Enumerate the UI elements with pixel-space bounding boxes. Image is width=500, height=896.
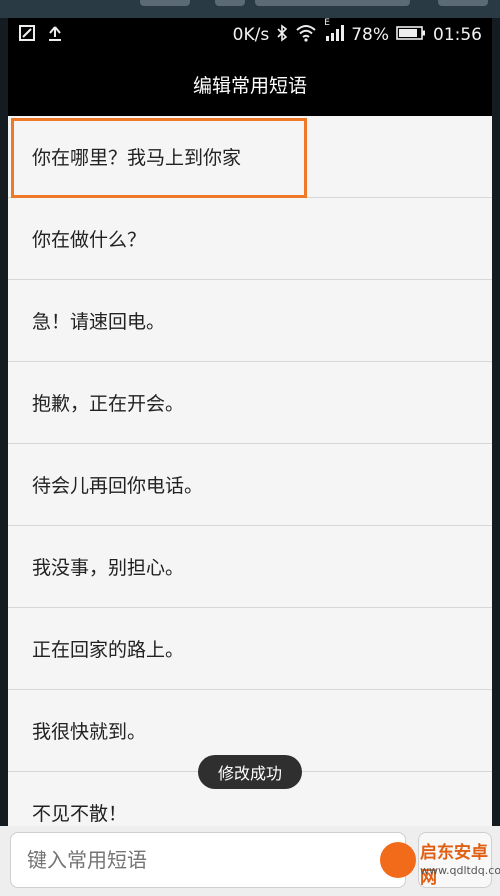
wifi-icon — [295, 24, 317, 47]
browser-top-strip — [0, 0, 500, 18]
phrase-item[interactable]: 正在回家的路上。 — [8, 608, 492, 690]
top-tab — [255, 0, 410, 6]
phrase-text: 我很快就到。 — [32, 721, 147, 743]
phrase-item[interactable]: 我没事，别担心。 — [8, 526, 492, 608]
clock: 01:56 — [433, 25, 482, 45]
phrase-text: 不见不散！ — [32, 803, 128, 825]
phrase-item[interactable]: 抱歉，正在开会。 — [8, 362, 492, 444]
status-bar: 0K/s E 78% 01:56 — [8, 18, 492, 52]
phrase-input[interactable] — [10, 832, 406, 888]
top-tab — [140, 0, 190, 6]
upload-icon — [46, 24, 64, 47]
phrase-text: 抱歉，正在开会。 — [32, 393, 185, 415]
top-tab — [215, 0, 245, 6]
phrase-text: 正在回家的路上。 — [32, 639, 185, 661]
watermark-logo-icon — [380, 842, 416, 878]
watermark-url: www.qdltdq.com — [420, 864, 500, 877]
phrase-text: 你在做什么？ — [32, 229, 147, 251]
network-speed: 0K/s — [232, 25, 270, 45]
bluetooth-icon — [276, 23, 288, 47]
phrase-item[interactable]: 急！请速回电。 — [8, 280, 492, 362]
top-tab — [438, 0, 488, 6]
toast-text: 修改成功 — [217, 764, 282, 783]
network-type-label: E — [324, 17, 330, 28]
highlight-box — [11, 118, 307, 198]
phrase-text: 我没事，别担心。 — [32, 557, 185, 579]
battery-icon — [396, 25, 426, 46]
battery-percent: 78% — [351, 25, 389, 45]
cell-signal-icon: E — [324, 18, 345, 47]
phone-screen: 0K/s E 78% 01:56 编辑常用短语 你在哪里？我马上到你家 你在做什… — [0, 0, 500, 896]
watermark-name: 启东安卓网 — [420, 843, 488, 888]
title-bar: 编辑常用短语 — [8, 52, 492, 116]
watermark: 启东安卓网 www.qdltdq.com — [380, 836, 500, 892]
phrase-item[interactable]: 你在哪里？我马上到你家 — [8, 116, 492, 198]
phrase-text: 待会儿再回你电话。 — [32, 475, 204, 497]
phrase-text: 急！请速回电。 — [32, 311, 166, 333]
screenshot-icon — [18, 24, 36, 47]
phrase-list: 你在哪里？我马上到你家 你在做什么？ 急！请速回电。 抱歉，正在开会。 待会儿再… — [8, 116, 492, 828]
phrase-item[interactable]: 你在做什么？ — [8, 198, 492, 280]
toast-message: 修改成功 — [198, 755, 302, 789]
page-title: 编辑常用短语 — [192, 74, 307, 97]
phrase-item[interactable]: 待会儿再回你电话。 — [8, 444, 492, 526]
